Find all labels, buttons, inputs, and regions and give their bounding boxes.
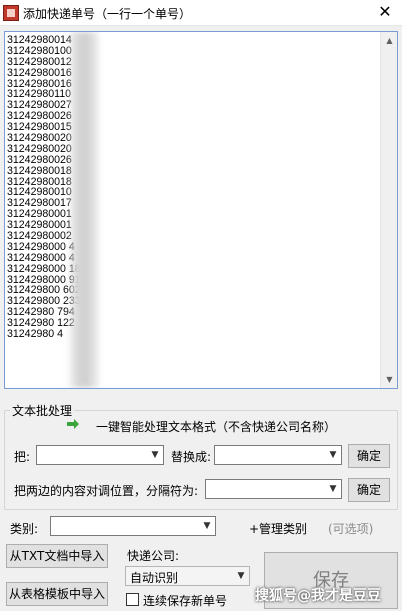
tracking-number-line: 31242980018 [7, 164, 72, 177]
arrow-right-icon [67, 419, 79, 429]
import-template-button[interactable]: 从表格模板中导入 [6, 582, 108, 606]
tracking-number-line: 31242980 4 [7, 328, 63, 341]
tracking-number-line: 31242980 122 [7, 317, 75, 330]
chevron-down-icon: ▼ [151, 450, 159, 460]
vertical-scrollbar[interactable]: ▲ ▼ [380, 32, 397, 388]
text-processing-group-title: 文本批处理 [10, 402, 75, 419]
optional-note: (可选项) [328, 522, 374, 536]
chevron-down-icon: ▼ [329, 484, 337, 494]
category-label: 类别: [10, 522, 39, 536]
replace-confirm-button[interactable]: 确定 [348, 444, 390, 468]
close-button[interactable]: ✕ [374, 2, 396, 22]
scroll-down-icon[interactable]: ▼ [381, 371, 397, 388]
app-icon [3, 5, 19, 21]
tracking-number-line: 31242980016 [7, 66, 72, 79]
continuous-save-label: 连续保存新单号 [143, 594, 228, 608]
window-title: 添加快递单号（一行一个单号） [23, 7, 192, 21]
courier-selected-value: 自动识别 [130, 571, 179, 585]
watermark-text: 搜狐号@我才是豆豆 [255, 588, 381, 604]
courier-label: 快递公司: [127, 549, 180, 563]
tracking-numbers-textarea[interactable]: 31242980014 31242980100 31242980012 3124298… [4, 31, 398, 389]
scroll-up-icon[interactable]: ▲ [381, 32, 397, 49]
manage-category-link[interactable]: +管理类别 [249, 520, 307, 537]
privacy-blur-mask [67, 32, 99, 388]
smart-format-link[interactable]: 一键智能处理文本格式（不含快递公司名称） [96, 418, 336, 435]
chevron-down-icon: ▼ [329, 450, 337, 460]
chevron-down-icon: ▼ [203, 521, 211, 531]
replace-from-label: 把: [14, 450, 31, 464]
category-combo[interactable]: ▼ [50, 516, 216, 536]
import-txt-button[interactable]: 从TXT文档中导入 [6, 544, 108, 568]
chevron-down-icon: ▼ [237, 571, 245, 581]
swap-label: 把两边的内容对调位置，分隔符为: [14, 484, 199, 498]
continuous-save-checkbox[interactable] [126, 593, 139, 606]
replace-from-combo[interactable]: ▼ [36, 445, 164, 465]
title-bar: 添加快递单号（一行一个单号） ✕ [0, 0, 402, 26]
swap-confirm-button[interactable]: 确定 [348, 478, 390, 502]
courier-combo[interactable]: 自动识别 ▼ [125, 566, 250, 586]
replace-to-combo[interactable]: ▼ [214, 445, 342, 465]
tracking-number-line: 3124298000 18 [7, 262, 81, 275]
replace-to-label: 替换成: [171, 450, 212, 464]
tracking-numbers-list: 31242980014 31242980100 31242980012 3124298… [5, 32, 397, 340]
separator-combo[interactable]: ▼ [205, 479, 342, 499]
